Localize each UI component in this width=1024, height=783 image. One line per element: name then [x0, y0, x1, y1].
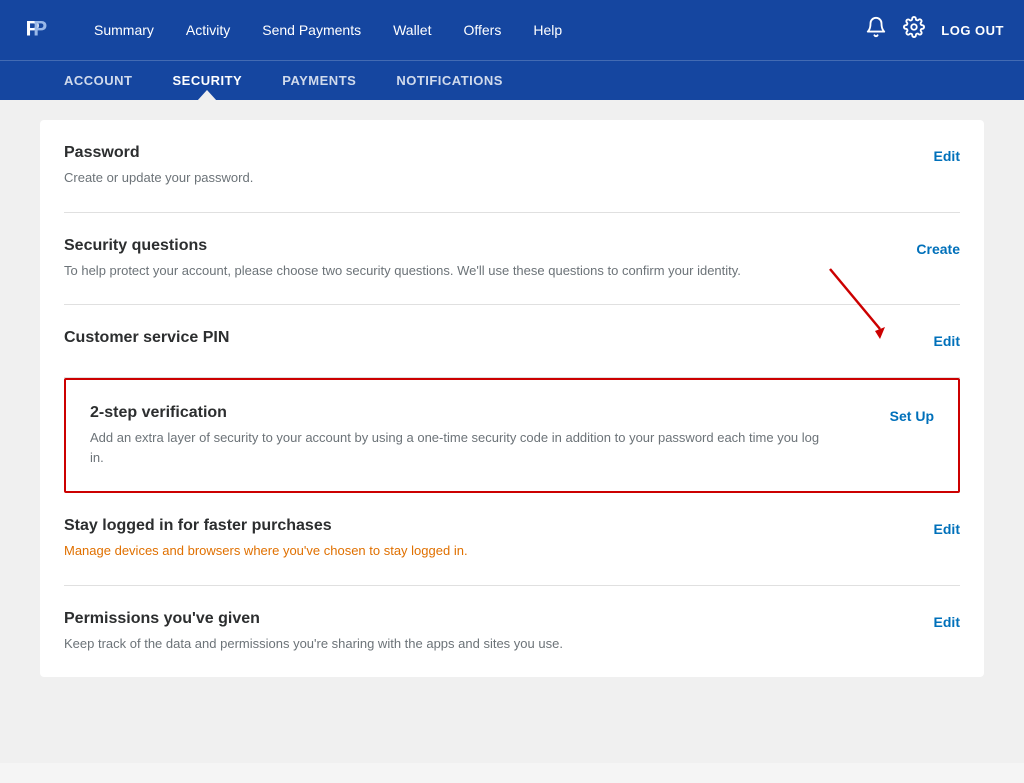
bell-icon[interactable] — [865, 16, 887, 44]
two-step-verification-title: 2-step verification — [90, 404, 834, 422]
permissions-text: Permissions you've given Keep track of t… — [64, 610, 900, 654]
two-step-verification-highlighted-box: 2-step verification Add an extra layer o… — [64, 378, 960, 493]
password-title: Password — [64, 144, 860, 162]
tab-payments[interactable]: PAYMENTS — [278, 61, 360, 100]
customer-service-pin-edit-button[interactable]: Edit — [900, 329, 960, 349]
main-content: Password Create or update your password.… — [0, 100, 1024, 763]
nav-right: LOG OUT — [865, 16, 1004, 44]
password-edit-button[interactable]: Edit — [900, 144, 960, 164]
two-step-verification-section: 2-step verification Add an extra layer o… — [66, 380, 958, 491]
password-desc: Create or update your password. — [64, 168, 814, 188]
two-step-verification-desc: Add an extra layer of security to your a… — [90, 428, 834, 467]
nav-offers[interactable]: Offers — [449, 16, 515, 44]
customer-service-pin-title: Customer service PIN — [64, 329, 860, 347]
permissions-title: Permissions you've given — [64, 610, 860, 628]
password-section: Password Create or update your password.… — [64, 120, 960, 213]
security-questions-desc: To help protect your account, please cho… — [64, 261, 814, 281]
nav-summary[interactable]: Summary — [80, 16, 168, 44]
logout-button[interactable]: LOG OUT — [941, 23, 1004, 38]
customer-service-pin-text: Customer service PIN — [64, 329, 900, 353]
tab-account[interactable]: ACCOUNT — [60, 61, 137, 100]
tab-notifications[interactable]: NOTIFICATIONS — [392, 61, 507, 100]
permissions-edit-button[interactable]: Edit — [900, 610, 960, 630]
security-questions-create-button[interactable]: Create — [900, 237, 960, 257]
nav-links: Summary Activity Send Payments Wallet Of… — [80, 16, 865, 44]
top-navigation: P P Summary Activity Send Payments Walle… — [0, 0, 1024, 60]
content-card: Password Create or update your password.… — [40, 120, 984, 677]
security-questions-text: Security questions To help protect your … — [64, 237, 900, 281]
paypal-logo[interactable]: P P — [20, 10, 80, 51]
svg-text:P: P — [33, 17, 47, 40]
sub-navigation: ACCOUNT SECURITY PAYMENTS NOTIFICATIONS — [0, 60, 1024, 100]
permissions-section: Permissions you've given Keep track of t… — [64, 586, 960, 678]
two-step-verification-setup-button[interactable]: Set Up — [874, 404, 934, 424]
security-questions-section: Security questions To help protect your … — [64, 213, 960, 306]
two-step-verification-text: 2-step verification Add an extra layer o… — [90, 404, 874, 467]
password-text: Password Create or update your password. — [64, 144, 900, 188]
security-questions-title: Security questions — [64, 237, 860, 255]
nav-activity[interactable]: Activity — [172, 16, 244, 44]
stay-logged-in-edit-button[interactable]: Edit — [900, 517, 960, 537]
gear-icon[interactable] — [903, 16, 925, 44]
nav-wallet[interactable]: Wallet — [379, 16, 445, 44]
tab-security[interactable]: SECURITY — [169, 61, 247, 100]
stay-logged-in-section: Stay logged in for faster purchases Mana… — [64, 493, 960, 586]
customer-service-pin-section: Customer service PIN Edit — [64, 305, 960, 378]
permissions-desc: Keep track of the data and permissions y… — [64, 634, 814, 654]
stay-logged-in-title: Stay logged in for faster purchases — [64, 517, 860, 535]
stay-logged-in-desc: Manage devices and browsers where you've… — [64, 541, 814, 561]
nav-help[interactable]: Help — [519, 16, 576, 44]
stay-logged-in-text: Stay logged in for faster purchases Mana… — [64, 517, 900, 561]
nav-send-payments[interactable]: Send Payments — [248, 16, 375, 44]
